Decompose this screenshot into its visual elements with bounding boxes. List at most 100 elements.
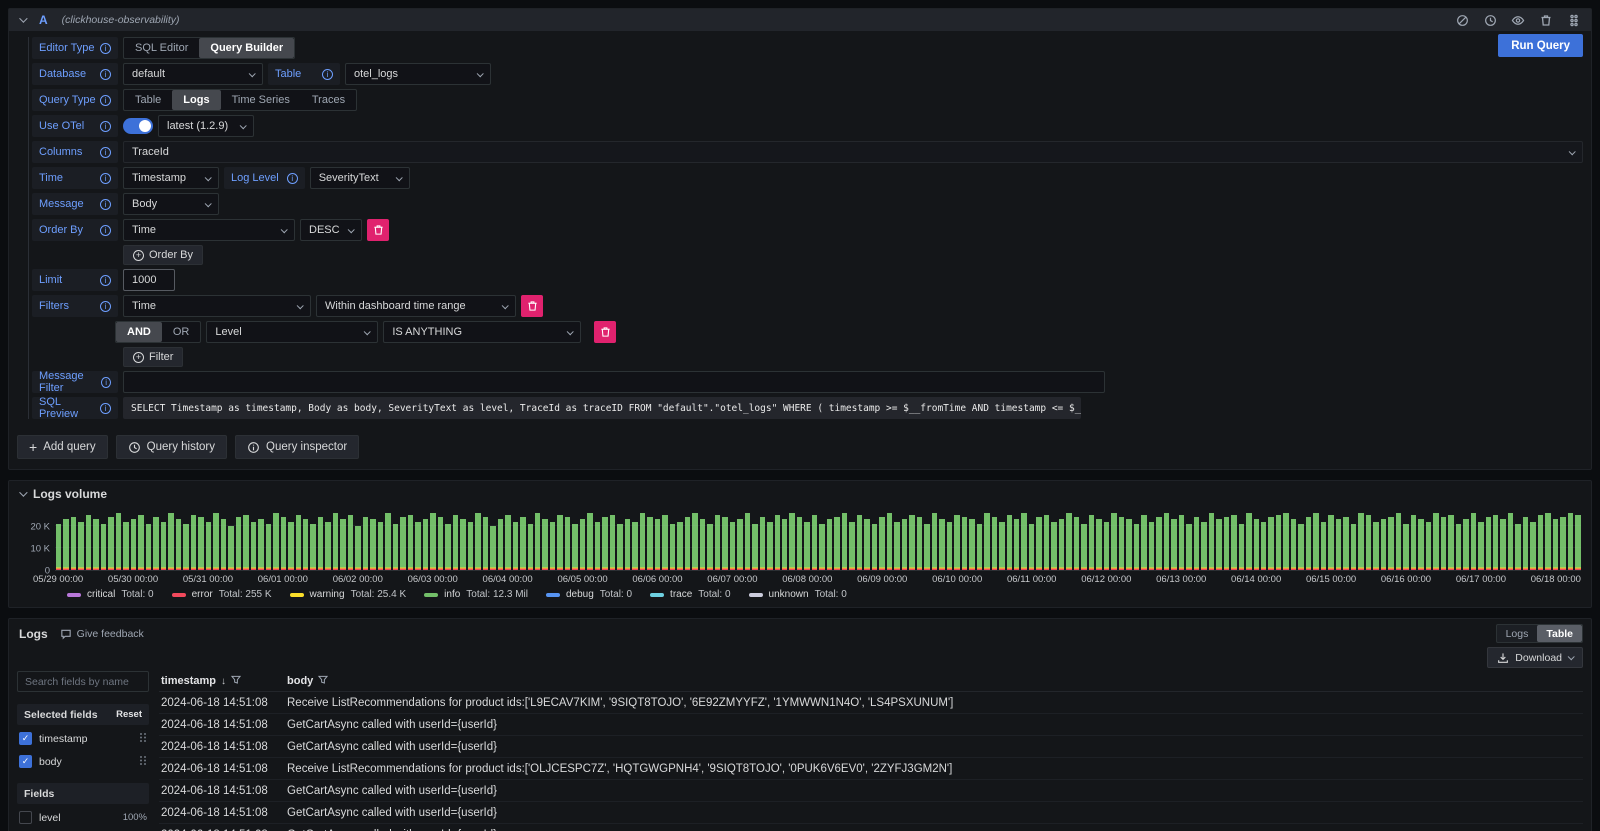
info-icon[interactable] <box>100 225 111 236</box>
table-row[interactable]: 2024-06-18 14:51:08GetCartAsync called w… <box>159 824 1583 831</box>
message-column-select[interactable]: Body <box>123 193 219 215</box>
table-row[interactable]: 2024-06-18 14:51:08GetCartAsync called w… <box>159 802 1583 824</box>
body-cell: GetCartAsync called with userId={userId} <box>281 741 1583 753</box>
checkbox-unchecked[interactable] <box>19 811 32 824</box>
info-icon[interactable] <box>100 147 111 158</box>
query-inspector-button[interactable]: Query inspector <box>235 435 359 459</box>
info-icon[interactable] <box>100 173 111 184</box>
query-builder-option[interactable]: Query Builder <box>199 38 294 58</box>
info-icon[interactable] <box>101 377 111 388</box>
order-by-field-select[interactable]: Time <box>123 219 295 241</box>
table-row[interactable]: 2024-06-18 14:51:08GetCartAsync called w… <box>159 714 1583 736</box>
remove-level-filter-button[interactable] <box>594 321 616 343</box>
view-logs-option[interactable]: Logs <box>1497 625 1538 642</box>
otel-version-select[interactable]: latest (1.2.9) <box>158 115 254 137</box>
info-icon[interactable] <box>100 43 111 54</box>
info-icon[interactable] <box>100 199 111 210</box>
table-label: Table <box>268 63 340 85</box>
sql-editor-option[interactable]: SQL Editor <box>124 38 199 58</box>
table-row[interactable]: 2024-06-18 14:51:08GetCartAsync called w… <box>159 780 1583 802</box>
body-cell: GetCartAsync called with userId={userId} <box>281 719 1583 731</box>
add-order-by-button[interactable]: Order By <box>123 245 203 265</box>
legend-item-unknown[interactable]: unknownTotal: 0 <box>749 589 847 600</box>
info-icon[interactable] <box>100 275 111 286</box>
filter-icon[interactable] <box>231 675 241 688</box>
view-table-option[interactable]: Table <box>1537 625 1582 642</box>
volume-bar <box>587 513 592 570</box>
volume-bar <box>737 519 742 570</box>
info-icon[interactable] <box>100 403 111 414</box>
query-type-traces[interactable]: Traces <box>301 90 356 110</box>
chevron-down-icon <box>205 200 212 207</box>
volume-bar <box>1149 522 1154 570</box>
delete-query-icon[interactable] <box>1539 13 1553 27</box>
legend-total: Total: 0 <box>698 589 730 600</box>
timestamp-column-header[interactable]: timestamp ↓ <box>159 675 281 688</box>
use-otel-toggle[interactable] <box>123 118 153 134</box>
add-query-button[interactable]: + Add query <box>17 435 108 459</box>
table-select[interactable]: otel_logs <box>345 63 491 85</box>
and-option[interactable]: AND <box>116 322 162 342</box>
legend-item-info[interactable]: infoTotal: 12.3 Mil <box>424 589 528 600</box>
query-type-logs[interactable]: Logs <box>172 90 220 110</box>
info-icon[interactable] <box>100 301 111 312</box>
info-icon[interactable] <box>322 69 333 80</box>
database-select[interactable]: default <box>123 63 263 85</box>
legend-item-debug[interactable]: debugTotal: 0 <box>546 589 632 600</box>
drag-handle-icon[interactable] <box>139 732 147 746</box>
time-column-select[interactable]: Timestamp <box>123 167 219 189</box>
checkbox-checked[interactable]: ✓ <box>19 755 32 768</box>
info-icon[interactable] <box>100 121 111 132</box>
y-tick-label: 10 K <box>30 544 50 555</box>
download-button[interactable]: Download <box>1487 647 1583 668</box>
log-level-select[interactable]: SeverityText <box>310 167 410 189</box>
level-filter-operator-select[interactable]: IS ANYTHING <box>383 321 581 343</box>
query-type-table[interactable]: Table <box>124 90 172 110</box>
chevron-down-icon <box>205 174 212 181</box>
checkbox-checked[interactable]: ✓ <box>19 732 32 745</box>
filter-field-select[interactable]: Time <box>123 295 311 317</box>
table-row[interactable]: 2024-06-18 14:51:08Receive ListRecommend… <box>159 692 1583 714</box>
table-row[interactable]: 2024-06-18 14:51:08Receive ListRecommend… <box>159 758 1583 780</box>
order-by-direction-select[interactable]: DESC <box>300 219 362 241</box>
hide-response-icon[interactable] <box>1511 13 1525 27</box>
reset-fields-button[interactable]: Reset <box>116 709 142 720</box>
query-history-button[interactable]: Query history <box>116 435 227 459</box>
body-column-header[interactable]: body <box>281 675 1583 688</box>
remove-order-by-button[interactable] <box>367 219 389 241</box>
y-tick-label: 20 K <box>30 522 50 533</box>
volume-bar <box>221 519 226 570</box>
search-fields-input[interactable] <box>17 671 149 692</box>
table-row[interactable]: 2024-06-18 14:51:08GetCartAsync called w… <box>159 736 1583 758</box>
query-history-icon[interactable] <box>1483 13 1497 27</box>
run-query-button[interactable]: Run Query <box>1498 34 1583 57</box>
legend-swatch <box>424 593 438 597</box>
legend-item-critical[interactable]: criticalTotal: 0 <box>67 589 154 600</box>
limit-input[interactable] <box>123 269 175 291</box>
collapse-volume-icon[interactable] <box>19 488 27 496</box>
volume-bar <box>655 519 660 570</box>
legend-item-error[interactable]: errorTotal: 255 K <box>172 589 272 600</box>
info-icon[interactable] <box>287 173 298 184</box>
remove-filter-button[interactable] <box>521 295 543 317</box>
filter-operator-select[interactable]: Within dashboard time range <box>316 295 516 317</box>
sort-desc-icon[interactable]: ↓ <box>221 676 226 687</box>
collapse-query-icon[interactable] <box>19 14 27 22</box>
legend-item-warning[interactable]: warningTotal: 25.4 K <box>290 589 407 600</box>
disable-query-icon[interactable] <box>1455 13 1469 27</box>
drag-handle-icon[interactable] <box>139 755 147 769</box>
logs-panel: Logs Give feedback Logs Table Selected f… <box>8 618 1592 831</box>
columns-select[interactable]: TraceId <box>123 141 1583 163</box>
message-filter-input[interactable] <box>123 371 1105 393</box>
give-feedback-button[interactable]: Give feedback <box>60 628 144 640</box>
level-filter-field-select[interactable]: Level <box>206 321 378 343</box>
info-icon[interactable] <box>100 69 111 80</box>
drag-handle-icon[interactable] <box>1567 13 1581 27</box>
add-filter-button[interactable]: Filter <box>123 347 183 367</box>
legend-item-trace[interactable]: traceTotal: 0 <box>650 589 730 600</box>
filter-icon[interactable] <box>318 675 328 688</box>
info-icon[interactable] <box>100 95 111 106</box>
logs-view-toggle: Logs Table <box>1496 624 1583 643</box>
or-option[interactable]: OR <box>162 322 201 342</box>
query-type-time-series[interactable]: Time Series <box>221 90 301 110</box>
